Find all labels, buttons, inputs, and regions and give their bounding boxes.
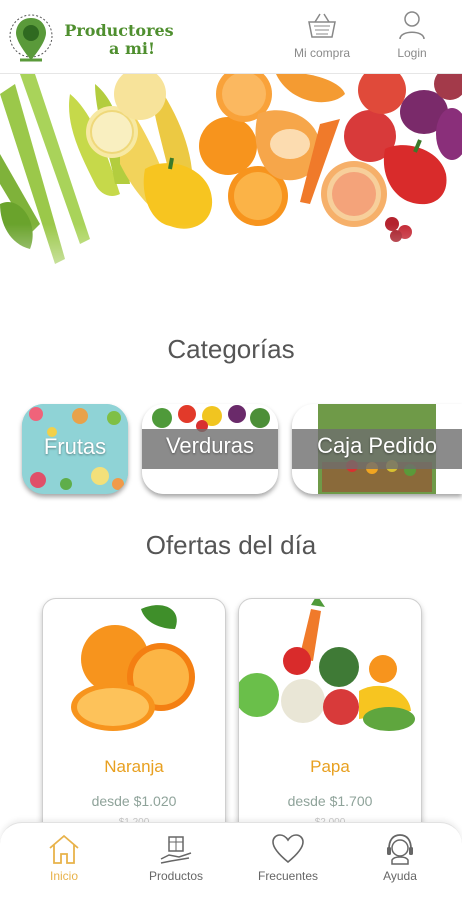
nav-label: Productos — [148, 869, 204, 883]
nav-label: Inicio — [49, 869, 78, 883]
offers-title: Ofertas del día — [145, 530, 317, 560]
orange-image — [71, 605, 195, 731]
nav-label: Ayuda — [383, 869, 417, 883]
hero-banner — [0, 74, 462, 314]
category-label: Frutas — [43, 434, 107, 459]
basket-icon — [308, 13, 336, 38]
product-name: Papa — [310, 757, 350, 776]
login-button[interactable]: Login — [382, 10, 442, 60]
cart-label: Mi compra — [293, 46, 350, 60]
nav-item-ayuda[interactable]: Ayuda — [354, 833, 446, 883]
offer-card-naranja[interactable]: Naranja desde $1.020 $1.200 — [42, 598, 226, 840]
home-icon — [49, 834, 79, 864]
brand-line-2: a mi! — [109, 39, 155, 58]
categories-title: Categorías — [167, 334, 295, 364]
heart-icon — [272, 834, 304, 864]
vegetables-mix-image — [239, 599, 415, 731]
offer-card-papa[interactable]: Papa desde $1.700 $2.000 — [238, 598, 422, 840]
cart-button[interactable]: Mi compra — [286, 10, 358, 60]
user-icon — [399, 11, 425, 40]
nav-item-productos[interactable]: Productos — [130, 833, 222, 883]
nav-label: Frecuentes — [257, 869, 319, 883]
box-icon — [160, 836, 192, 864]
category-frutas[interactable]: Frutas — [22, 404, 128, 494]
bottom-nav: Inicio Productos Frecuentes Ayuda — [0, 822, 462, 901]
hero-fade — [0, 224, 462, 314]
product-price: desde $1.700 — [287, 793, 373, 809]
product-name: Naranja — [104, 757, 164, 776]
category-label: Verduras — [165, 433, 255, 458]
category-verduras[interactable]: Verduras — [142, 404, 278, 494]
login-label: Login — [397, 46, 427, 60]
headset-icon — [387, 834, 413, 865]
nav-item-inicio[interactable]: Inicio — [18, 833, 110, 883]
nav-item-frecuentes[interactable]: Frecuentes — [242, 833, 334, 883]
category-caja-pedido[interactable]: Caja Pedido — [292, 404, 462, 494]
app-header: Productores a mi! Mi compra Login — [0, 0, 462, 74]
brand-line-1: Productores — [64, 21, 174, 40]
product-price: desde $1.020 — [91, 793, 177, 809]
logo[interactable] — [6, 12, 56, 68]
location-pin-logo-icon — [9, 14, 53, 62]
category-label: Caja Pedido — [317, 433, 437, 458]
brand-name: Productores a mi! — [64, 22, 174, 58]
